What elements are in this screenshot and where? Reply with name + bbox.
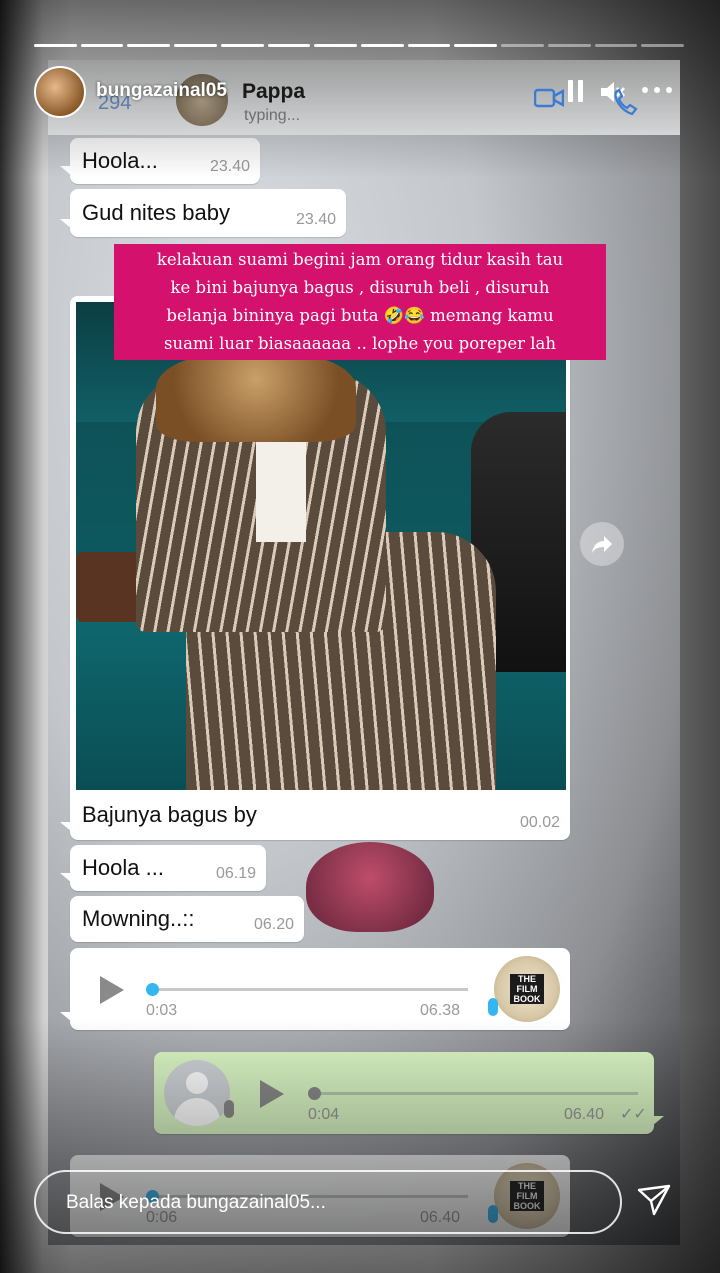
- voice-progress-dot[interactable]: [146, 983, 159, 996]
- message-time: 23.40: [209, 158, 250, 175]
- message-time: 00.02: [519, 814, 560, 831]
- story-caption: kelakuan suami begini jam orang tidur ka…: [114, 244, 606, 360]
- voice-message[interactable]: 0:03 06.38 THE FILM BOOK: [60, 948, 570, 1030]
- forward-button[interactable]: [580, 522, 624, 566]
- message-time: 06.20: [253, 916, 294, 933]
- mic-icon: [488, 998, 498, 1016]
- send-icon[interactable]: [636, 1182, 672, 1218]
- pause-icon[interactable]: [566, 78, 586, 104]
- story-progress-segment: [501, 44, 544, 47]
- voice-message-outgoing[interactable]: 0:04 06.40 ✓✓: [154, 1052, 664, 1134]
- caption-line: belanja bininya pagi buta 🤣😂 memang kamu: [166, 306, 554, 325]
- voice-elapsed: 0:04: [308, 1106, 340, 1123]
- message-text: Gud nites baby: [82, 200, 230, 225]
- story-username[interactable]: bungazainal05: [96, 80, 227, 102]
- phone-icon[interactable]: [610, 88, 644, 118]
- message-time: 23.40: [295, 211, 336, 228]
- voice-track[interactable]: [314, 1092, 638, 1095]
- voice-time: 06.40: [564, 1106, 605, 1123]
- message-text: Hoola...: [82, 148, 158, 173]
- message-text: Hoola ...: [82, 855, 164, 880]
- reply-input[interactable]: Balas kepada bungazainal05...: [34, 1170, 622, 1234]
- story-progress-bar: [34, 44, 685, 47]
- film-book-logo: THE FILM BOOK: [510, 974, 544, 1004]
- story-progress-segment: [594, 44, 638, 47]
- caption-line: suami luar biasaaaaaa .. lophe you porep…: [163, 334, 556, 353]
- voice-progress-dot[interactable]: [308, 1087, 321, 1100]
- forward-arrow-icon: [592, 536, 612, 553]
- mic-icon: [224, 1100, 234, 1118]
- story-progress-segment: [641, 44, 685, 47]
- message-bubble[interactable]: Hoola ... 06.19: [60, 845, 266, 891]
- story-progress-segment: [34, 44, 77, 47]
- story-progress-segment: [220, 44, 264, 47]
- story-progress-segment: [267, 44, 311, 47]
- message-bubble[interactable]: Gud nites baby 23.40: [60, 189, 346, 237]
- story-progress-segment: [361, 44, 404, 47]
- play-icon[interactable]: [100, 976, 124, 1004]
- contact-name[interactable]: Pappa: [242, 80, 305, 104]
- story-viewer: 294 Pappa typing... Hoola... 23.40 Gud n…: [0, 0, 720, 1273]
- story-progress-segment: [174, 44, 217, 47]
- story-progress-segment: [407, 44, 451, 47]
- message-text: Mowning..::: [82, 906, 195, 931]
- shared-photo[interactable]: [76, 302, 566, 790]
- rose-decoration: [306, 842, 434, 932]
- video-call-icon[interactable]: [534, 86, 564, 110]
- more-icon[interactable]: [640, 80, 674, 100]
- voice-time: 06.38: [420, 1002, 461, 1019]
- sender-avatar: THE FILM BOOK: [494, 956, 560, 1022]
- story-progress-segment: [127, 44, 171, 47]
- voice-track[interactable]: [150, 988, 468, 991]
- story-progress-segment: [547, 44, 591, 47]
- story-progress-segment: [314, 44, 358, 47]
- caption-line: ke bini bajunya bagus , disuruh beli , d…: [170, 278, 550, 297]
- story-progress-segment: [454, 44, 498, 47]
- contact-status: typing...: [244, 107, 301, 124]
- message-bubble[interactable]: Mowning..:: 06.20: [70, 896, 304, 942]
- default-avatar: [164, 1060, 230, 1126]
- reply-placeholder: Balas kepada bungazainal05...: [66, 1192, 326, 1213]
- message-bubble[interactable]: Hoola... 23.40: [60, 138, 260, 184]
- caption-line: kelakuan suami begini jam orang tidur ka…: [156, 250, 564, 269]
- message-text: Bajunya bagus by: [82, 802, 257, 827]
- voice-elapsed: 0:03: [146, 1002, 178, 1019]
- story-progress-segment: [80, 44, 124, 47]
- hair: [156, 352, 356, 442]
- double-check-icon: ✓✓: [620, 1106, 647, 1123]
- play-icon[interactable]: [260, 1080, 284, 1108]
- story-user-avatar[interactable]: [34, 66, 86, 118]
- message-time: 06.19: [215, 865, 256, 882]
